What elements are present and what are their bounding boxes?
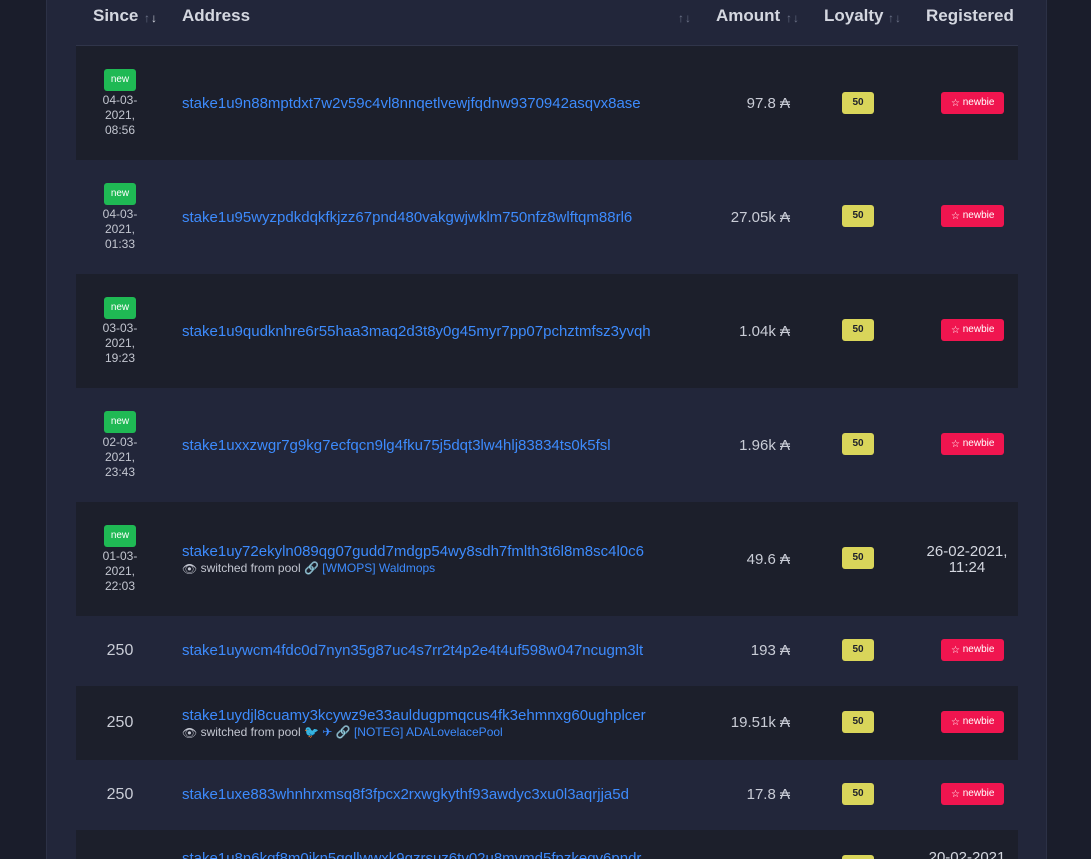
table-row: 250 stake1uydjl8cuamy3kcywz9e33auldugpmq… <box>76 686 1018 760</box>
amount: 193 ₳ <box>750 642 790 659</box>
amount: 19.51k ₳ <box>730 714 790 731</box>
stake-address-link[interactable]: stake1u9n88mptdxt7w2v59c4vl8nnqetlvewjfq… <box>182 95 641 112</box>
table-row: 250 stake1uxe883whnhrxmsq8f3fpcx2rxwgkyt… <box>76 760 1018 830</box>
stake-address-link[interactable]: stake1u8n6kgf8m0jkn5qgllwwxk9qzrsuz6tv02… <box>182 850 641 859</box>
newbie-badge: ☆ newbie <box>941 711 1005 733</box>
registered-date: 26-02-2021, 11:24 <box>926 543 1008 576</box>
since-cell: new 02-03- 2021, 23:43 <box>76 411 164 480</box>
new-badge: new <box>103 297 137 319</box>
loyalty-badge: 50 <box>842 639 874 661</box>
since-epochs: 250 <box>106 714 134 731</box>
previous-pool-link[interactable]: [WMOPS] Waldmops <box>322 561 435 575</box>
loyalty-badge: 50 <box>842 855 874 859</box>
since-date: 01-03- 2021, 22:03 <box>102 549 138 593</box>
twitter-icon[interactable]: 🐦 <box>304 725 319 739</box>
loyalty-badge: 50 <box>842 92 874 114</box>
loyalty-badge: 50 <box>842 547 874 569</box>
star-icon: ☆ <box>951 439 960 450</box>
sort-amount-icon[interactable]: ↑↓ <box>786 11 800 25</box>
table-header: Since ↑↓ Address ↑↓ Amount ↑↓ Loyalty ↑↓… <box>76 0 1018 46</box>
since-epochs: 250 <box>106 786 134 803</box>
telegram-icon[interactable]: ✈ <box>322 725 332 739</box>
table-row: new 04-03- 2021, 01:33 stake1u95wyzpdkdqkf… <box>76 160 1018 274</box>
link-icon: 🔗 <box>303 561 319 575</box>
table-row: new 04-03- 2021, 08:56 stake1u9n88mptdxt7w… <box>76 46 1018 160</box>
loyalty-badge: 50 <box>842 711 874 733</box>
since-cell: new 04-03- 2021, 08:56 <box>76 69 164 138</box>
amount: 1.04k ₳ <box>739 323 790 340</box>
star-icon: ☆ <box>951 211 960 222</box>
since-date: 03-03- 2021, 19:23 <box>102 321 138 365</box>
new-badge: new <box>103 69 137 91</box>
table-row: stake1u8n6kgf8m0jkn5qgllwwxk9qzrsuz6tv02… <box>76 830 1018 859</box>
stake-address-link[interactable]: stake1uywcm4fdc0d7nyn35g87uc4s7rr2t4p2e4… <box>182 642 643 659</box>
since-epochs: 250 <box>106 642 134 659</box>
table-row: new 03-03- 2021, 19:23 stake1u9qudknhre6r5… <box>76 274 1018 388</box>
address-cell: stake1uy72ekyln089qg07gudd7mdgp54wy8sdh7… <box>182 543 644 576</box>
star-icon: ☆ <box>951 325 960 336</box>
header-since[interactable]: Since <box>93 0 138 32</box>
new-badge: new <box>103 183 137 205</box>
header-loyalty[interactable]: Loyalty <box>824 0 884 32</box>
since-cell: new 01-03- 2021, 22:03 <box>76 525 164 594</box>
new-badge: new <box>103 525 137 547</box>
amount: 27.05k ₳ <box>730 209 790 226</box>
stake-address-link[interactable]: stake1uydjl8cuamy3kcywz9e33auldugpmqcus4… <box>182 707 646 724</box>
star-icon: ☆ <box>951 645 960 656</box>
eye-icon: 👁 <box>182 562 198 576</box>
star-icon: ☆ <box>951 717 960 728</box>
since-cell: new 03-03- 2021, 19:23 <box>76 297 164 366</box>
sort-since-icon[interactable]: ↑↓ <box>144 11 158 25</box>
star-icon: ☆ <box>951 789 960 800</box>
star-icon: ☆ <box>951 98 960 109</box>
header-address[interactable]: Address <box>182 0 250 32</box>
newbie-badge: ☆ newbie <box>941 433 1005 455</box>
newbie-badge: ☆ newbie <box>941 205 1005 227</box>
newbie-badge: ☆ newbie <box>941 639 1005 661</box>
stake-address-link[interactable]: stake1u95wyzpdkdqkfkjzz67pnd480vakgwjwkl… <box>182 209 632 226</box>
since-cell: new 04-03- 2021, 01:33 <box>76 183 164 252</box>
link-icon: 🔗 <box>335 725 351 739</box>
amount: 1.96k ₳ <box>739 437 790 454</box>
switched-label: switched from pool <box>200 725 301 739</box>
sort-address-icon[interactable]: ↑↓ <box>678 11 692 25</box>
switched-from-pool: 👁 switched from pool 🔗 [WMOPS] Waldmops <box>182 561 644 576</box>
since-cell: 250 <box>76 714 164 732</box>
stake-address-link[interactable]: stake1u9qudknhre6r55haa3maq2d3t8y0g45myr… <box>182 323 651 340</box>
newbie-badge: ☆ newbie <box>941 92 1005 114</box>
header-registered[interactable]: Registered <box>926 0 1014 32</box>
stake-address-link[interactable]: stake1uxxzwgr7g9kg7ecfqcn9lg4fku75j5dqt3… <box>182 437 611 454</box>
loyalty-badge: 50 <box>842 319 874 341</box>
amount: 17.8 ₳ <box>746 786 790 803</box>
registered-date: 20-02-2021 <box>928 849 1006 859</box>
header-amount[interactable]: Amount <box>716 0 780 32</box>
amount: 97.8 ₳ <box>746 95 790 112</box>
stake-address-link[interactable]: stake1uxe883whnhrxmsq8f3fpcx2rxwgkythf93… <box>182 786 629 803</box>
since-cell: 250 <box>76 642 164 660</box>
table-row: new 02-03- 2021, 23:43 stake1uxxzwgr7g9kg7… <box>76 388 1018 502</box>
since-date: 04-03- 2021, 08:56 <box>102 93 138 137</box>
loyalty-badge: 50 <box>842 205 874 227</box>
table-row: 250 stake1uywcm4fdc0d7nyn35g87uc4s7rr2t4… <box>76 616 1018 686</box>
loyalty-badge: 50 <box>842 433 874 455</box>
stake-address-link[interactable]: stake1uy72ekyln089qg07gudd7mdgp54wy8sdh7… <box>182 543 644 560</box>
amount: 49.6 ₳ <box>746 551 790 568</box>
newbie-badge: ☆ newbie <box>941 783 1005 805</box>
table-row: new 01-03- 2021, 22:03 stake1uy72ekyln089q… <box>76 502 1018 616</box>
loyalty-badge: 50 <box>842 783 874 805</box>
new-badge: new <box>103 411 137 433</box>
previous-pool-link[interactable]: [NOTEG] ADALovelacePool <box>354 725 503 739</box>
since-date: 02-03- 2021, 23:43 <box>102 435 138 479</box>
sort-loyalty-icon[interactable]: ↑↓ <box>888 11 902 25</box>
newbie-badge: ☆ newbie <box>941 319 1005 341</box>
since-date: 04-03- 2021, 01:33 <box>102 207 138 251</box>
since-cell: 250 <box>76 786 164 804</box>
switched-from-pool: 👁 switched from pool 🐦 ✈ 🔗 [NOTEG] ADALo… <box>182 725 646 740</box>
eye-icon: 👁 <box>182 726 198 740</box>
address-cell: stake1uydjl8cuamy3kcywz9e33auldugpmqcus4… <box>182 707 646 740</box>
switched-label: switched from pool <box>200 561 301 575</box>
